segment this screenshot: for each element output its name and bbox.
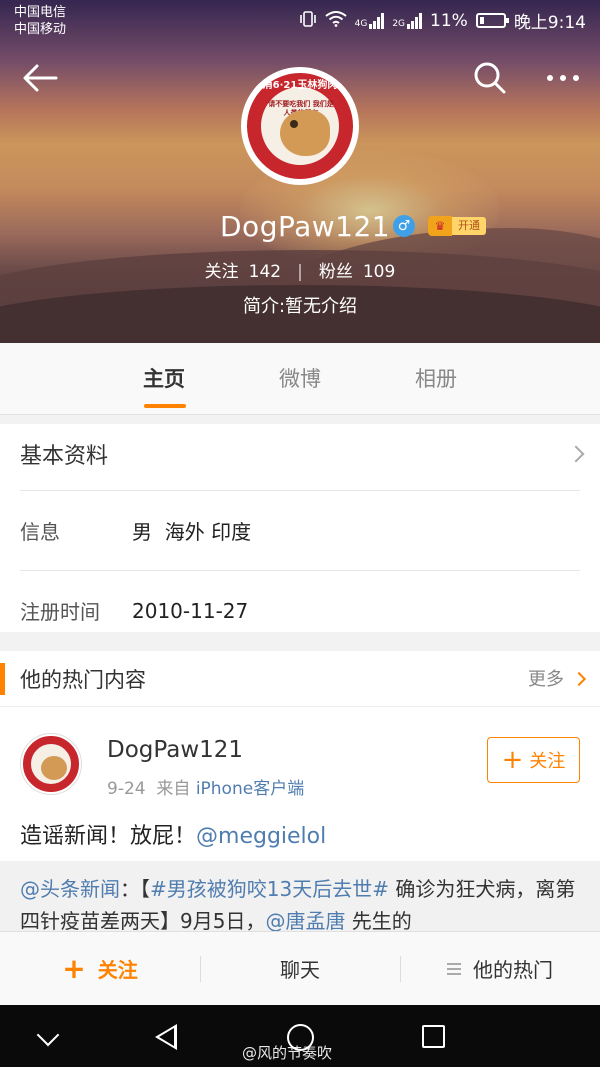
- followers-label: 粉丝: [318, 262, 353, 282]
- stats-divider: |: [297, 262, 303, 282]
- bottom-action-bar: + 关注 聊天 他的热门: [0, 931, 600, 1005]
- hot-posts-label: 他的热门: [473, 958, 553, 982]
- post-from-label: 来自: [156, 779, 191, 799]
- followers-link[interactable]: 粉丝 109: [319, 262, 395, 282]
- signal-4g-label: 4G: [354, 18, 368, 29]
- tab-weibo[interactable]: 微博: [232, 343, 368, 414]
- more-dot-icon: [560, 75, 566, 81]
- more-button[interactable]: [540, 58, 586, 98]
- follow-stats: 关注 142 | 粉丝 109: [0, 257, 600, 282]
- hot-posts-button[interactable]: 他的热门: [400, 932, 600, 1005]
- hot-content-card: 他的热门内容 更多 DogPaw121 9-24 来自 iPhone客户端 + …: [0, 651, 600, 861]
- more-dot-icon: [547, 75, 553, 81]
- vip-open-label: 开通: [452, 217, 486, 235]
- signal-2g-icon: 2G: [392, 12, 423, 29]
- dog-image: [280, 110, 330, 156]
- triangle-back-icon[interactable]: [155, 1024, 177, 1050]
- following-count: 142: [248, 262, 282, 282]
- more-link[interactable]: 更多: [528, 651, 564, 709]
- crown-icon: ♛: [428, 216, 452, 236]
- hot-content-header: 他的热门内容 更多: [0, 651, 600, 707]
- post-text: 造谣新闻！放屁！@meggielol: [20, 818, 326, 850]
- basic-info-header[interactable]: 基本资料: [0, 424, 600, 490]
- dog-image: [41, 756, 67, 780]
- repost-hashtag[interactable]: #男孩被狗咬13天后去世#: [150, 877, 389, 901]
- tab-home[interactable]: 主页: [96, 343, 232, 414]
- repost-mention[interactable]: @头条新闻: [20, 877, 120, 901]
- follow-action-button[interactable]: + 关注: [0, 932, 200, 1005]
- follow-action-label: 关注: [97, 958, 138, 982]
- carrier-2: 中国移动: [14, 22, 67, 37]
- battery-percent: 11%: [430, 10, 468, 31]
- menu-lines-icon: [447, 962, 461, 975]
- info-row: 信息 男 海外 印度: [20, 490, 580, 570]
- square-recents-icon[interactable]: [422, 1025, 445, 1048]
- repost-bracket: ：【: [120, 877, 150, 901]
- chat-label: 聊天: [280, 958, 320, 982]
- chat-button[interactable]: 聊天: [200, 932, 400, 1005]
- post-date: 9-24: [107, 779, 146, 799]
- chevron-down-icon[interactable]: [36, 1023, 60, 1047]
- signal-4g-icon: 4G: [354, 12, 385, 29]
- plus-icon: +: [62, 952, 86, 985]
- carrier-info: 中国电信 中国移动: [14, 4, 66, 38]
- arrow-left-icon: [23, 64, 58, 92]
- post-meta: 9-24 来自 iPhone客户端: [107, 774, 304, 799]
- vibrate-icon: [299, 10, 317, 31]
- profile-username: DogPaw121: [220, 210, 391, 243]
- follow-button-label: 关注: [529, 751, 566, 772]
- following-link[interactable]: 关注 142: [205, 262, 281, 282]
- back-button[interactable]: [20, 58, 60, 98]
- info-key: 注册时间: [20, 600, 100, 624]
- status-bar: 中国电信 中国移动 4G 2G 11% 晚上9:14: [0, 0, 600, 40]
- basic-info-card: 基本资料 信息 男 海外 印度 注册时间 2010-11-27: [0, 424, 600, 632]
- post-mention[interactable]: @meggielol: [196, 824, 326, 849]
- section-accent-bar: [0, 663, 5, 695]
- status-icons: 4G 2G 11% 晚上9:14: [299, 8, 586, 33]
- wifi-icon: [324, 10, 347, 31]
- search-icon: [474, 62, 506, 94]
- repost-text-2: 先生的: [345, 909, 412, 931]
- info-row: 注册时间 2010-11-27: [20, 570, 580, 650]
- following-label: 关注: [204, 262, 239, 282]
- vip-badge[interactable]: ♛ 开通: [428, 216, 486, 236]
- profile-bio: 简介:暂无介绍: [242, 296, 358, 317]
- clock: 晚上9:14: [513, 13, 586, 33]
- followers-count: 109: [362, 262, 396, 282]
- plus-icon: +: [501, 745, 524, 775]
- more-dot-icon: [573, 75, 579, 81]
- post-author[interactable]: DogPaw121: [107, 737, 243, 763]
- watermark: @风的节奏吹: [242, 1044, 333, 1062]
- post-body: 造谣新闻！放屁！: [20, 824, 197, 849]
- profile-tabs: 主页 微博 相册: [0, 343, 600, 415]
- info-value: 男 海外 印度: [132, 520, 252, 544]
- profile-avatar[interactable]: 取消6·21玉林狗肉节 请不要吃我们 我们是人类的朋友: [241, 67, 359, 185]
- repost-content[interactable]: @头条新闻：【#男孩被狗咬13天后去世# 确诊为狂犬病，离第四针疫苗差两天】9月…: [0, 861, 600, 931]
- tab-album[interactable]: 相册: [368, 343, 504, 414]
- chevron-right-icon[interactable]: [571, 671, 587, 687]
- info-key: 信息: [20, 520, 60, 544]
- male-gender-icon: ♂: [393, 215, 415, 237]
- post-source[interactable]: iPhone客户端: [196, 779, 304, 799]
- battery-icon: [475, 13, 509, 28]
- carrier-1: 中国电信: [14, 5, 67, 20]
- hot-content-title: 他的热门内容: [20, 668, 146, 692]
- chevron-right-icon: [567, 445, 585, 463]
- follow-button[interactable]: + 关注: [487, 737, 580, 783]
- search-button[interactable]: [470, 58, 510, 98]
- post-avatar[interactable]: [20, 733, 82, 795]
- repost-mention-2[interactable]: @唐孟唐: [265, 909, 345, 931]
- signal-2g-label: 2G: [392, 18, 406, 29]
- info-value: 2010-11-27: [132, 598, 249, 623]
- basic-info-title: 基本资料: [20, 444, 109, 469]
- avatar-ring-text: 取消6·21玉林狗肉节: [252, 80, 348, 91]
